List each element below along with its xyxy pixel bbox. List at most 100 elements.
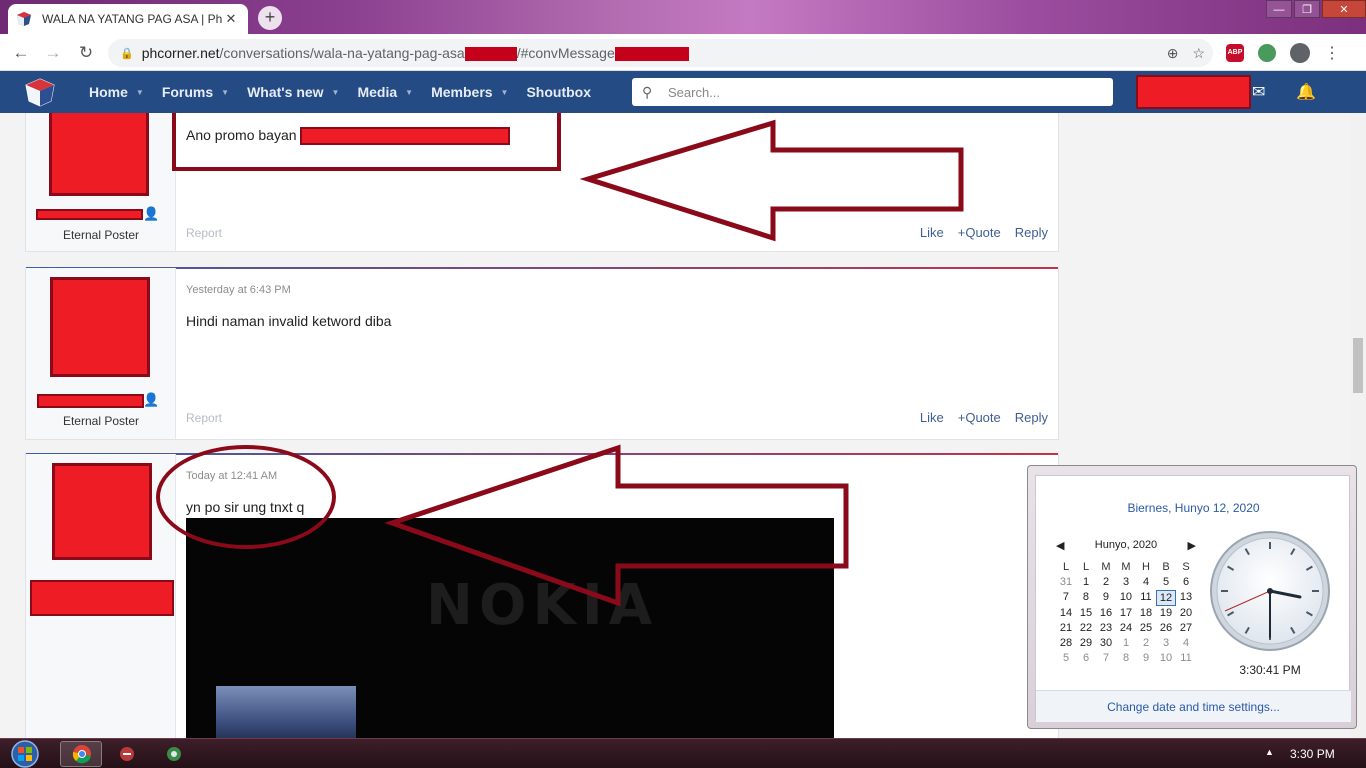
calendar-day[interactable]: 20 <box>1176 606 1196 621</box>
taskbar-clock[interactable]: 3:30 PM <box>1290 747 1335 761</box>
calendar-day[interactable]: 13 <box>1176 590 1196 605</box>
avatar[interactable] <box>52 463 152 560</box>
inbox-envelope-icon[interactable]: ✉ <box>1252 82 1265 102</box>
windows-start-icon[interactable] <box>6 739 44 768</box>
like-link[interactable]: Like <box>920 410 944 425</box>
calendar-day[interactable]: 26 <box>1156 621 1176 636</box>
taskbar-chrome-button[interactable] <box>60 741 102 767</box>
calendar-day[interactable]: 18 <box>1136 606 1156 621</box>
nav-whats-new[interactable]: What's new ▼ <box>247 84 339 100</box>
calendar-day[interactable]: 1 <box>1076 575 1096 590</box>
forum-search[interactable]: ⚲ <box>632 78 1113 106</box>
calendar-day[interactable]: 9 <box>1136 651 1156 666</box>
calendar-day[interactable]: 28 <box>1056 636 1076 651</box>
nav-home[interactable]: Home ▼ <box>89 84 144 100</box>
minimize-button[interactable]: — <box>1266 0 1292 18</box>
new-tab-button[interactable]: + <box>258 6 282 30</box>
full-date-link[interactable]: Biernes, Hunyo 12, 2020 <box>1036 501 1351 515</box>
taskbar-app-icon[interactable] <box>118 745 136 763</box>
like-link[interactable]: Like <box>920 225 944 240</box>
username-redacted[interactable] <box>36 209 143 220</box>
bookmark-star-icon[interactable]: ☆ <box>1192 45 1205 62</box>
calendar-day[interactable]: 24 <box>1116 621 1136 636</box>
chevron-down-icon[interactable]: ▼ <box>136 88 144 97</box>
calendar-day[interactable]: 5 <box>1056 651 1076 666</box>
calendar-day[interactable]: 2 <box>1096 575 1116 590</box>
scrollbar-thumb[interactable] <box>1353 338 1363 393</box>
calendar-day[interactable]: 3 <box>1156 636 1176 651</box>
calendar-day[interactable]: 17 <box>1116 606 1136 621</box>
calendar-day[interactable]: 27 <box>1176 621 1196 636</box>
browser-tab[interactable]: WALA NA YATANG PAG ASA | Ph ✕ <box>8 4 248 34</box>
calendar-day[interactable]: 23 <box>1096 621 1116 636</box>
forward-arrow-icon[interactable]: → <box>40 40 66 66</box>
calendar-day-today[interactable]: 12 <box>1155 590 1176 606</box>
next-month-icon[interactable]: ▶ <box>1188 539 1196 552</box>
calendar-day[interactable]: 4 <box>1136 575 1156 590</box>
calendar-day[interactable]: 8 <box>1076 590 1096 605</box>
calendar-day[interactable]: 30 <box>1096 636 1116 651</box>
username-redacted[interactable] <box>37 394 144 408</box>
calendar-day[interactable]: 19 <box>1156 606 1176 621</box>
user-account-redacted[interactable] <box>1136 75 1251 109</box>
calendar-day[interactable]: 29 <box>1076 636 1096 651</box>
nav-members[interactable]: Members ▼ <box>431 84 508 100</box>
calendar-day[interactable]: 6 <box>1176 575 1196 590</box>
maximize-button[interactable]: ❐ <box>1294 0 1320 18</box>
notification-bell-icon[interactable]: 🔔 <box>1296 82 1316 102</box>
taskbar-app-icon[interactable] <box>165 745 183 763</box>
calendar-day[interactable]: 3 <box>1116 575 1136 590</box>
calendar-day[interactable]: 6 <box>1076 651 1096 666</box>
report-link[interactable]: Report <box>186 226 222 240</box>
change-date-time-settings-link[interactable]: Change date and time settings... <box>1036 690 1351 722</box>
calendar-day[interactable]: 9 <box>1096 590 1116 605</box>
calendar-day[interactable]: 31 <box>1056 575 1076 590</box>
browser-menu-icon[interactable]: ⋮ <box>1324 43 1340 63</box>
zoom-icon[interactable]: ⊕ <box>1167 45 1179 62</box>
adblock-plus-icon[interactable]: ABP <box>1226 44 1244 62</box>
calendar-day[interactable]: 11 <box>1136 590 1156 605</box>
back-arrow-icon[interactable]: ← <box>8 40 34 66</box>
calendar-day[interactable]: 10 <box>1116 590 1136 605</box>
calendar-day[interactable]: 10 <box>1156 651 1176 666</box>
calendar-day[interactable]: 1 <box>1116 636 1136 651</box>
avatar[interactable] <box>50 277 150 377</box>
reply-link[interactable]: Reply <box>1015 410 1048 425</box>
nav-media[interactable]: Media ▼ <box>357 84 413 100</box>
reply-link[interactable]: Reply <box>1015 225 1048 240</box>
chevron-down-icon[interactable]: ▼ <box>332 88 340 97</box>
reload-icon[interactable]: ↻ <box>73 40 99 66</box>
calendar-day[interactable]: 16 <box>1096 606 1116 621</box>
calendar-day[interactable]: 11 <box>1176 651 1196 666</box>
chevron-down-icon[interactable]: ▼ <box>405 88 413 97</box>
address-bar[interactable]: 🔒 phcorner.net/conversations/wala-na-yat… <box>108 39 1213 67</box>
calendar-day[interactable]: 14 <box>1056 606 1076 621</box>
show-hidden-icons-icon[interactable]: ▲ <box>1265 747 1274 757</box>
prev-month-icon[interactable]: ◀ <box>1056 539 1064 552</box>
username-redacted[interactable] <box>30 580 174 616</box>
chevron-down-icon[interactable]: ▼ <box>501 88 509 97</box>
calendar-day[interactable]: 2 <box>1136 636 1156 651</box>
calendar-day[interactable]: 8 <box>1116 651 1136 666</box>
calendar-day[interactable]: 7 <box>1096 651 1116 666</box>
report-link[interactable]: Report <box>186 411 222 425</box>
calendar-day[interactable]: 5 <box>1156 575 1176 590</box>
extension-icon[interactable] <box>1258 44 1276 62</box>
message-date[interactable]: Yesterday at 6:43 PM <box>186 284 291 296</box>
chevron-down-icon[interactable]: ▼ <box>221 88 229 97</box>
tab-close-icon[interactable]: ✕ <box>222 11 240 27</box>
quote-link[interactable]: +Quote <box>958 225 1001 240</box>
avatar[interactable] <box>49 113 149 196</box>
calendar-day[interactable]: 21 <box>1056 621 1076 636</box>
search-input[interactable] <box>668 84 1088 100</box>
close-window-button[interactable]: ✕ <box>1322 0 1366 18</box>
month-label[interactable]: Hunyo, 2020 <box>1095 539 1157 552</box>
calendar-day[interactable]: 7 <box>1056 590 1076 605</box>
calendar-day[interactable]: 15 <box>1076 606 1096 621</box>
nav-shoutbox[interactable]: Shoutbox <box>526 84 591 100</box>
calendar-day[interactable]: 22 <box>1076 621 1096 636</box>
phcorner-logo-icon[interactable] <box>24 77 56 107</box>
nav-forums[interactable]: Forums ▼ <box>162 84 229 100</box>
attached-photo[interactable]: NOKIA <box>186 518 834 738</box>
calendar-day[interactable]: 4 <box>1176 636 1196 651</box>
